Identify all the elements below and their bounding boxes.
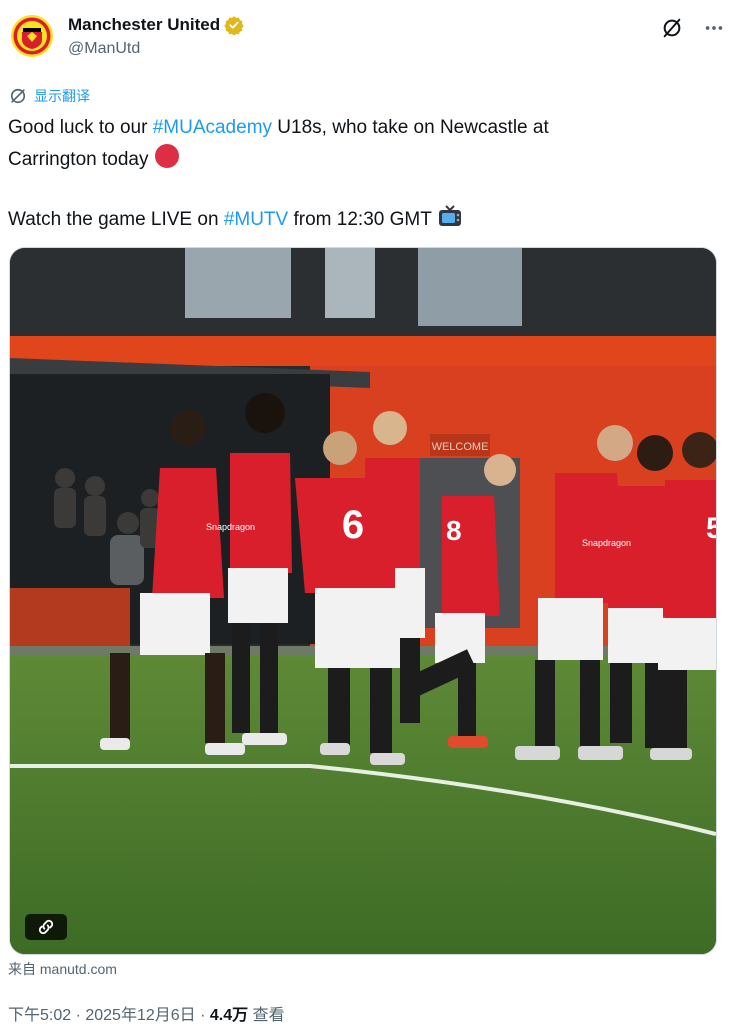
welcome-sign-text: WELCOME (432, 441, 489, 453)
link-icon (38, 919, 54, 935)
translate-button[interactable]: 显示翻译 (8, 86, 90, 106)
red-circle-emoji-icon (154, 144, 179, 168)
tweet-header: Manchester United @ManUtd (10, 14, 726, 62)
source-link[interactable]: 来自 manutd.com (8, 959, 117, 979)
verified-badge-icon[interactable] (224, 15, 244, 35)
tweet-text-part: Carrington today (8, 149, 149, 170)
tweet-text-part: from 12:30 GMT (288, 209, 432, 230)
view-count: 4.4万 (209, 1007, 249, 1024)
sponsor-text: Snapdragon (206, 522, 255, 532)
tweet-image[interactable]: WELCOME 6 8 Snapdragon Snapdragon (9, 247, 717, 955)
orange-fascia (10, 336, 716, 366)
translate-label: 显示翻译 (34, 88, 90, 104)
sponsor-text: Snapdragon (582, 538, 631, 548)
jersey-number-8: 8 (446, 515, 462, 546)
translate-icon (10, 88, 26, 104)
window (185, 248, 291, 318)
views-label: 查看 (248, 1007, 285, 1024)
hashtag-link[interactable]: #MUAcademy (153, 117, 272, 138)
stand-steps (10, 588, 130, 648)
link-badge[interactable] (25, 914, 67, 940)
grok-icon[interactable] (660, 16, 684, 40)
jersey-number-6: 6 (342, 503, 364, 547)
tweet-text-part: U18s, who take on Newcastle at (272, 117, 549, 138)
timestamp[interactable]: 下午5:02 · 2025年12月6日 · (8, 1007, 210, 1024)
more-icon[interactable] (702, 16, 726, 40)
avatar[interactable] (10, 14, 54, 58)
window (418, 248, 522, 326)
tweet-text: Good luck to our #MUAcademy U18s, who ta… (8, 112, 668, 235)
hashtag-link[interactable]: #MUTV (224, 209, 288, 230)
match-photo: WELCOME 6 8 Snapdragon Snapdragon (10, 248, 716, 954)
handle[interactable]: @ManUtd (68, 38, 244, 60)
window (325, 248, 375, 318)
tweet-meta: 下午5:02 · 2025年12月6日 · 4.4万 查看 (8, 1001, 285, 1025)
display-name[interactable]: Manchester United (68, 14, 220, 36)
jersey-number-5: 5 (706, 512, 716, 545)
tv-emoji-icon (438, 205, 461, 226)
club-crest-icon (11, 15, 53, 57)
tweet-text-part: Good luck to our (8, 117, 153, 138)
tweet-text-part: Watch the game LIVE on (8, 209, 224, 230)
